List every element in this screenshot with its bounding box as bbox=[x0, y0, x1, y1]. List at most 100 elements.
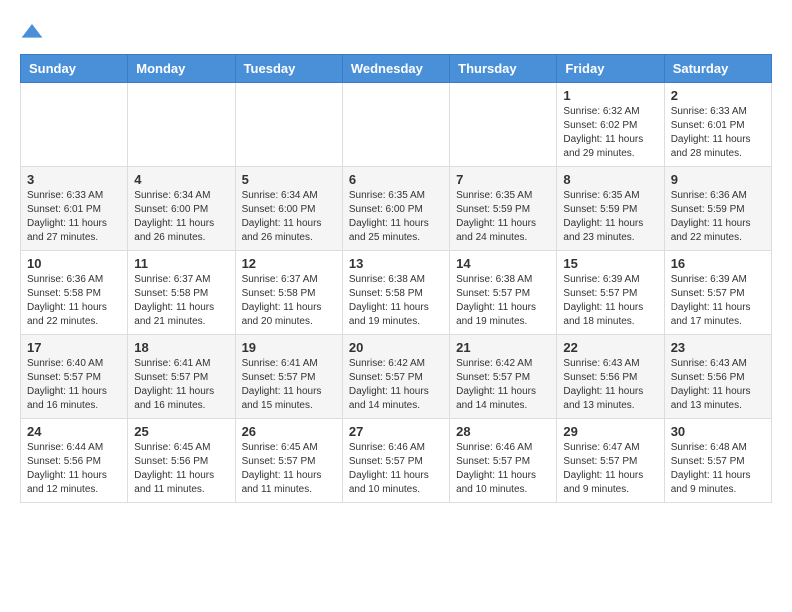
calendar-cell-2-7: 9 Sunrise: 6:36 AMSunset: 5:59 PMDaylight… bbox=[664, 167, 771, 251]
day-info: Sunrise: 6:35 AMSunset: 6:00 PMDaylight:… bbox=[349, 189, 443, 245]
calendar-cell-3-5: 14Sunrise: 6:38 AMSunset: 5:57 PMDayligh… bbox=[450, 251, 557, 335]
day-info: Sunrise: 6:36 AMSunset: 5:59 PMDaylight:… bbox=[671, 189, 765, 245]
day-info: Sunrise: 6:48 AMSunset: 5:57 PMDaylight:… bbox=[671, 441, 765, 497]
calendar-cell-3-7: 16 Sunrise: 6:39 AMSunset: 5:57 PMDayligh… bbox=[664, 251, 771, 335]
calendar-body: 1 Sunrise: 6:32 AMSunset: 6:02 PMDaylight… bbox=[21, 83, 772, 503]
calendar-cell-1-3 bbox=[235, 83, 342, 167]
day-number: 29 bbox=[563, 424, 657, 439]
calendar-cell-1-5 bbox=[450, 83, 557, 167]
day-info: Sunrise: 6:34 AMSunset: 6:00 PMDaylight:… bbox=[242, 189, 336, 245]
calendar-cell-2-2: 4Sunrise: 6:34 AMSunset: 6:00 PMDaylight… bbox=[128, 167, 235, 251]
header-wednesday: Wednesday bbox=[342, 55, 449, 83]
day-number: 8 bbox=[563, 172, 657, 187]
day-info: Sunrise: 6:40 AMSunset: 5:57 PMDaylight:… bbox=[27, 357, 121, 413]
day-number: 22 bbox=[563, 340, 657, 355]
calendar-cell-5-2: 25Sunrise: 6:45 AMSunset: 5:56 PMDayligh… bbox=[128, 419, 235, 503]
header-monday: Monday bbox=[128, 55, 235, 83]
calendar-cell-2-1: 3 Sunrise: 6:33 AMSunset: 6:01 PMDaylight… bbox=[21, 167, 128, 251]
day-number: 28 bbox=[456, 424, 550, 439]
day-info: Sunrise: 6:38 AMSunset: 5:58 PMDaylight:… bbox=[349, 273, 443, 329]
day-number: 19 bbox=[242, 340, 336, 355]
day-info: Sunrise: 6:33 AMSunset: 6:01 PMDaylight:… bbox=[671, 105, 765, 161]
day-number: 30 bbox=[671, 424, 765, 439]
day-info: Sunrise: 6:35 AMSunset: 5:59 PMDaylight:… bbox=[456, 189, 550, 245]
day-number: 5 bbox=[242, 172, 336, 187]
calendar-week-4: 17 Sunrise: 6:40 AMSunset: 5:57 PMDayligh… bbox=[21, 335, 772, 419]
day-number: 21 bbox=[456, 340, 550, 355]
day-number: 3 bbox=[27, 172, 121, 187]
calendar-cell-2-3: 5 Sunrise: 6:34 AMSunset: 6:00 PMDaylight… bbox=[235, 167, 342, 251]
day-number: 1 bbox=[563, 88, 657, 103]
day-info: Sunrise: 6:43 AMSunset: 5:56 PMDaylight:… bbox=[671, 357, 765, 413]
calendar-cell-1-7: 2 Sunrise: 6:33 AMSunset: 6:01 PMDaylight… bbox=[664, 83, 771, 167]
day-info: Sunrise: 6:42 AMSunset: 5:57 PMDaylight:… bbox=[456, 357, 550, 413]
calendar-week-3: 10 Sunrise: 6:36 AMSunset: 5:58 PMDayligh… bbox=[21, 251, 772, 335]
day-number: 24 bbox=[27, 424, 121, 439]
header-sunday: Sunday bbox=[21, 55, 128, 83]
day-info: Sunrise: 6:32 AMSunset: 6:02 PMDaylight:… bbox=[563, 105, 657, 161]
calendar-cell-5-1: 24 Sunrise: 6:44 AMSunset: 5:56 PMDayligh… bbox=[21, 419, 128, 503]
day-number: 13 bbox=[349, 256, 443, 271]
day-number: 9 bbox=[671, 172, 765, 187]
day-number: 2 bbox=[671, 88, 765, 103]
calendar-cell-5-4: 27 Sunrise: 6:46 AMSunset: 5:57 PMDayligh… bbox=[342, 419, 449, 503]
calendar-cell-3-2: 11 Sunrise: 6:37 AMSunset: 5:58 PMDayligh… bbox=[128, 251, 235, 335]
calendar-cell-1-4 bbox=[342, 83, 449, 167]
calendar-cell-2-4: 6 Sunrise: 6:35 AMSunset: 6:00 PMDaylight… bbox=[342, 167, 449, 251]
day-number: 18 bbox=[134, 340, 228, 355]
header-saturday: Saturday bbox=[664, 55, 771, 83]
calendar-week-5: 24 Sunrise: 6:44 AMSunset: 5:56 PMDayligh… bbox=[21, 419, 772, 503]
calendar-cell-3-3: 12 Sunrise: 6:37 AMSunset: 5:58 PMDayligh… bbox=[235, 251, 342, 335]
day-number: 20 bbox=[349, 340, 443, 355]
header-tuesday: Tuesday bbox=[235, 55, 342, 83]
calendar-cell-3-4: 13 Sunrise: 6:38 AMSunset: 5:58 PMDayligh… bbox=[342, 251, 449, 335]
day-number: 27 bbox=[349, 424, 443, 439]
header-thursday: Thursday bbox=[450, 55, 557, 83]
calendar-cell-2-5: 7 Sunrise: 6:35 AMSunset: 5:59 PMDaylight… bbox=[450, 167, 557, 251]
day-number: 10 bbox=[27, 256, 121, 271]
day-info: Sunrise: 6:37 AMSunset: 5:58 PMDaylight:… bbox=[134, 273, 228, 329]
calendar-cell-5-6: 29 Sunrise: 6:47 AMSunset: 5:57 PMDayligh… bbox=[557, 419, 664, 503]
day-info: Sunrise: 6:41 AMSunset: 5:57 PMDaylight:… bbox=[242, 357, 336, 413]
day-info: Sunrise: 6:45 AMSunset: 5:57 PMDaylight:… bbox=[242, 441, 336, 497]
calendar-week-2: 3 Sunrise: 6:33 AMSunset: 6:01 PMDaylight… bbox=[21, 167, 772, 251]
day-number: 6 bbox=[349, 172, 443, 187]
calendar-cell-4-4: 20Sunrise: 6:42 AMSunset: 5:57 PMDayligh… bbox=[342, 335, 449, 419]
day-number: 4 bbox=[134, 172, 228, 187]
day-number: 11 bbox=[134, 256, 228, 271]
calendar-cell-4-6: 22 Sunrise: 6:43 AMSunset: 5:56 PMDayligh… bbox=[557, 335, 664, 419]
day-number: 12 bbox=[242, 256, 336, 271]
day-info: Sunrise: 6:33 AMSunset: 6:01 PMDaylight:… bbox=[27, 189, 121, 245]
calendar-cell-3-6: 15 Sunrise: 6:39 AMSunset: 5:57 PMDayligh… bbox=[557, 251, 664, 335]
calendar-cell-4-5: 21 Sunrise: 6:42 AMSunset: 5:57 PMDayligh… bbox=[450, 335, 557, 419]
calendar-cell-1-2 bbox=[128, 83, 235, 167]
day-info: Sunrise: 6:38 AMSunset: 5:57 PMDaylight:… bbox=[456, 273, 550, 329]
calendar-table: SundayMondayTuesdayWednesdayThursdayFrid… bbox=[20, 54, 772, 503]
day-number: 16 bbox=[671, 256, 765, 271]
day-number: 17 bbox=[27, 340, 121, 355]
logo-icon bbox=[20, 20, 44, 44]
day-info: Sunrise: 6:35 AMSunset: 5:59 PMDaylight:… bbox=[563, 189, 657, 245]
calendar-cell-3-1: 10 Sunrise: 6:36 AMSunset: 5:58 PMDayligh… bbox=[21, 251, 128, 335]
logo bbox=[20, 20, 44, 44]
day-info: Sunrise: 6:41 AMSunset: 5:57 PMDaylight:… bbox=[134, 357, 228, 413]
day-info: Sunrise: 6:36 AMSunset: 5:58 PMDaylight:… bbox=[27, 273, 121, 329]
day-info: Sunrise: 6:37 AMSunset: 5:58 PMDaylight:… bbox=[242, 273, 336, 329]
day-number: 7 bbox=[456, 172, 550, 187]
day-info: Sunrise: 6:39 AMSunset: 5:57 PMDaylight:… bbox=[563, 273, 657, 329]
calendar-cell-1-1 bbox=[21, 83, 128, 167]
day-info: Sunrise: 6:45 AMSunset: 5:56 PMDaylight:… bbox=[134, 441, 228, 497]
calendar-cell-1-6: 1 Sunrise: 6:32 AMSunset: 6:02 PMDaylight… bbox=[557, 83, 664, 167]
header-friday: Friday bbox=[557, 55, 664, 83]
day-info: Sunrise: 6:47 AMSunset: 5:57 PMDaylight:… bbox=[563, 441, 657, 497]
day-number: 26 bbox=[242, 424, 336, 439]
day-number: 23 bbox=[671, 340, 765, 355]
day-info: Sunrise: 6:39 AMSunset: 5:57 PMDaylight:… bbox=[671, 273, 765, 329]
day-info: Sunrise: 6:44 AMSunset: 5:56 PMDaylight:… bbox=[27, 441, 121, 497]
calendar-cell-2-6: 8 Sunrise: 6:35 AMSunset: 5:59 PMDaylight… bbox=[557, 167, 664, 251]
calendar-cell-5-5: 28Sunrise: 6:46 AMSunset: 5:57 PMDayligh… bbox=[450, 419, 557, 503]
day-number: 15 bbox=[563, 256, 657, 271]
day-info: Sunrise: 6:46 AMSunset: 5:57 PMDaylight:… bbox=[349, 441, 443, 497]
calendar-cell-5-7: 30 Sunrise: 6:48 AMSunset: 5:57 PMDayligh… bbox=[664, 419, 771, 503]
day-info: Sunrise: 6:43 AMSunset: 5:56 PMDaylight:… bbox=[563, 357, 657, 413]
